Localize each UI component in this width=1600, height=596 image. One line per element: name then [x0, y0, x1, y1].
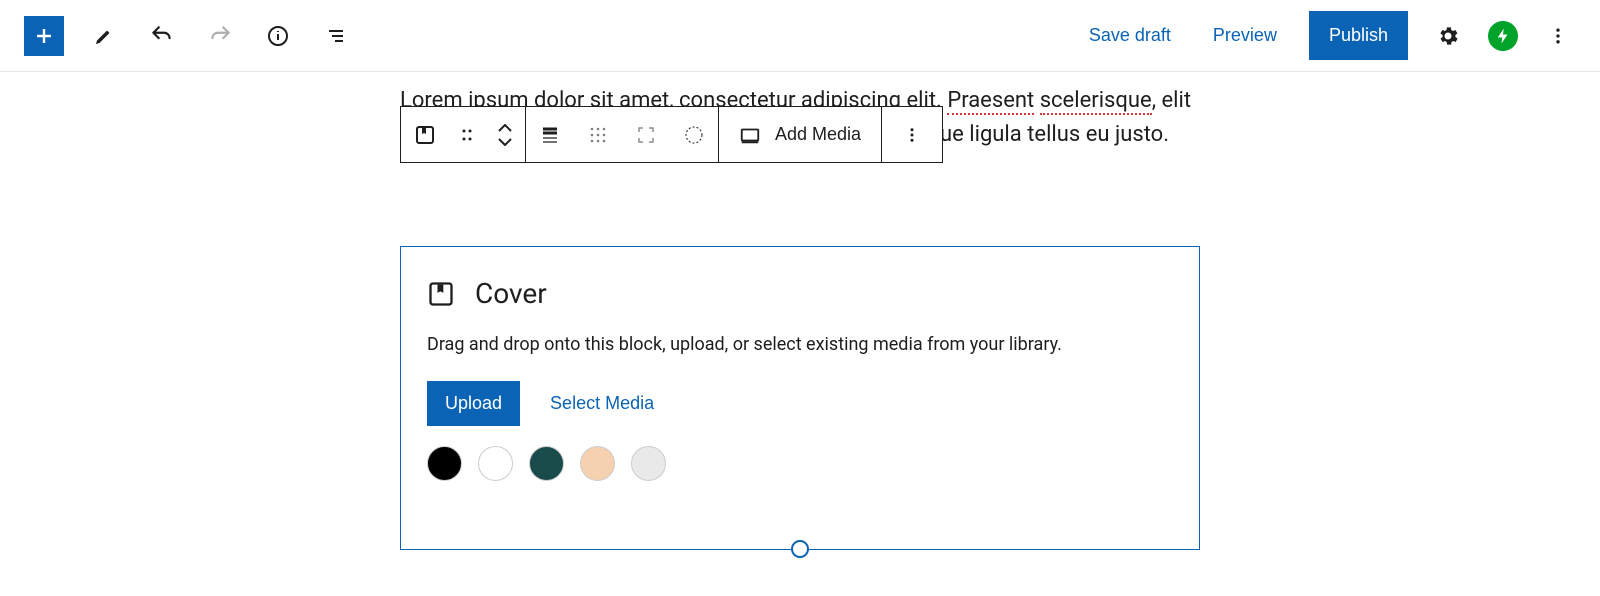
cover-block-icon [413, 123, 437, 147]
move-down-button[interactable] [498, 138, 512, 146]
change-alignment-button[interactable] [526, 107, 574, 162]
drag-handle-button[interactable] [449, 107, 485, 162]
spellcheck-underline: Praesent [947, 88, 1034, 115]
details-button[interactable] [260, 18, 296, 54]
full-height-button[interactable] [622, 107, 670, 162]
paragraph-text: ue ligula tellus eu justo. [940, 122, 1169, 147]
info-icon [266, 24, 290, 48]
kebab-icon [1548, 26, 1568, 46]
chevron-down-icon [498, 138, 512, 146]
options-button[interactable] [1540, 18, 1576, 54]
header-right: Save draft Preview Publish [1079, 11, 1576, 60]
gear-icon [1436, 24, 1460, 48]
list-view-icon [324, 24, 348, 48]
select-media-button[interactable]: Select Media [544, 392, 660, 415]
cover-block-actions: Upload Select Media [427, 381, 1173, 426]
color-swatch[interactable] [580, 446, 615, 481]
media-icon [739, 124, 761, 146]
edit-mode-button[interactable] [86, 18, 122, 54]
move-up-button[interactable] [498, 124, 512, 132]
bolt-icon [1494, 27, 1512, 45]
preview-button[interactable]: Preview [1203, 19, 1287, 52]
cover-block-header: Cover [427, 277, 1173, 310]
toolbar-group-media: Add Media [719, 107, 882, 162]
plus-icon [32, 24, 56, 48]
chevron-up-icon [498, 124, 512, 132]
header-left [24, 16, 354, 56]
publish-button[interactable]: Publish [1309, 11, 1408, 60]
cover-block-description: Drag and drop onto this block, upload, o… [427, 334, 1173, 355]
block-type-button[interactable] [401, 107, 449, 162]
undo-icon [149, 23, 175, 49]
paragraph-text: , elit [1152, 88, 1191, 113]
add-media-button[interactable]: Add Media [719, 107, 881, 162]
upload-button[interactable]: Upload [427, 381, 520, 426]
grid-position-icon [588, 125, 608, 145]
jetpack-icon[interactable] [1488, 21, 1518, 51]
toolbar-group-align [526, 107, 719, 162]
color-swatch[interactable] [478, 446, 513, 481]
align-icon [540, 125, 560, 145]
fullscreen-icon [636, 125, 656, 145]
add-media-label: Add Media [775, 124, 861, 145]
duotone-icon [683, 124, 705, 146]
toolbar-group-more [882, 107, 942, 162]
paragraph-text [1034, 88, 1039, 113]
duotone-button[interactable] [670, 107, 718, 162]
block-movers [485, 124, 525, 146]
settings-button[interactable] [1430, 18, 1466, 54]
kebab-icon [903, 126, 921, 144]
color-swatch[interactable] [529, 446, 564, 481]
cover-block[interactable]: Cover Drag and drop onto this block, upl… [400, 246, 1200, 550]
undo-button[interactable] [144, 18, 180, 54]
resize-handle[interactable] [791, 540, 809, 558]
editor-header: Save draft Preview Publish [0, 0, 1600, 72]
content-position-button[interactable] [574, 107, 622, 162]
redo-button[interactable] [202, 18, 238, 54]
editor-canvas: Lorem ipsum dolor sit amet, consectetur … [400, 84, 1200, 550]
block-inserter-button[interactable] [24, 16, 64, 56]
save-draft-button[interactable]: Save draft [1079, 19, 1181, 52]
cover-block-icon [427, 280, 455, 308]
spellcheck-underline: scelerisque [1040, 88, 1152, 115]
toolbar-group-block [401, 107, 526, 162]
redo-icon [207, 23, 233, 49]
color-swatch[interactable] [631, 446, 666, 481]
drag-handle-icon [459, 127, 475, 143]
block-options-button[interactable] [882, 107, 942, 162]
pencil-icon [92, 24, 116, 48]
block-toolbar: Add Media [400, 106, 943, 163]
outline-button[interactable] [318, 18, 354, 54]
color-swatch[interactable] [427, 446, 462, 481]
color-swatches [427, 446, 1173, 481]
cover-block-title: Cover [475, 277, 547, 310]
